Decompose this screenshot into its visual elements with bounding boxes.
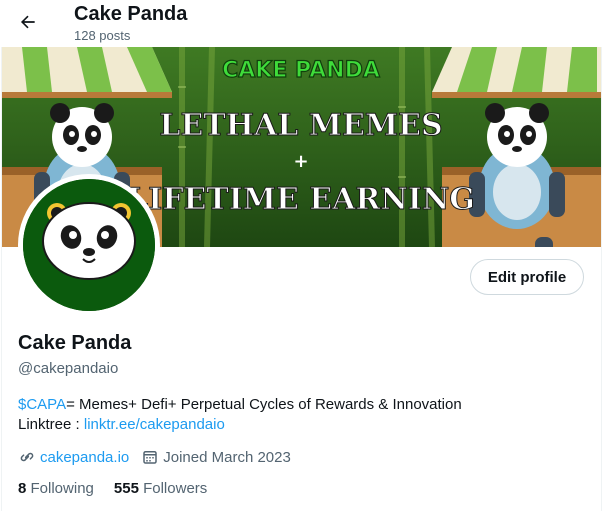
ticker-link[interactable]: $CAPA: [18, 396, 66, 413]
display-name: Cake Panda: [18, 332, 132, 354]
calendar-icon: [143, 451, 157, 464]
bio-line-1: $CAPA= Memes+ Defi+ Perpetual Cycles of …: [18, 396, 462, 413]
banner-headline-2: LIFETIME EARNING: [127, 182, 475, 217]
linktree-label: Linktree :: [18, 416, 84, 433]
followers-count: 555: [113, 479, 139, 497]
following-link[interactable]: 8 Following: [18, 480, 94, 497]
header-title: Cake Panda: [74, 3, 188, 25]
arrow-left-icon: [20, 15, 35, 29]
profile-meta: cakepanda.io Joined March 2023: [18, 447, 303, 467]
follow-stats: 8 Following 555 Followers: [18, 478, 227, 498]
profile-page: Cake Panda 128 posts CAKE PANDA LETHAL M…: [0, 0, 616, 511]
bio-text: = Memes+ Defi+ Perpetual Cycles of Rewar…: [66, 396, 462, 413]
joined-item: Joined March 2023: [141, 448, 291, 466]
followers-link[interactable]: 555 Followers: [114, 480, 207, 497]
banner-plus: +: [293, 151, 308, 172]
edit-profile-button[interactable]: Edit profile: [470, 259, 584, 295]
bio-line-2: Linktree : linktr.ee/cakepandaio: [18, 416, 225, 433]
link-icon: [20, 452, 34, 462]
avatar[interactable]: [23, 179, 155, 311]
handle: @cakepandaio: [18, 360, 119, 377]
following-label: Following: [30, 479, 94, 497]
following-count: 8: [18, 479, 27, 497]
panda-face-icon: [23, 179, 155, 311]
post-count: 128 posts: [74, 28, 131, 43]
profile-header: Cake Panda 128 posts: [0, 0, 602, 47]
website-link[interactable]: cakepanda.io: [40, 449, 129, 466]
banner-brand-text: CAKE PANDA: [222, 58, 380, 83]
joined-date: Joined March 2023: [163, 448, 291, 466]
followers-label: Followers: [143, 479, 208, 497]
linktree-link[interactable]: linktr.ee/cakepandaio: [84, 416, 225, 433]
column-divider-right: [601, 0, 602, 511]
back-button[interactable]: [12, 6, 44, 38]
banner-headline-1: LETHAL MEMES: [159, 108, 442, 143]
website-item: cakepanda.io: [18, 448, 129, 466]
